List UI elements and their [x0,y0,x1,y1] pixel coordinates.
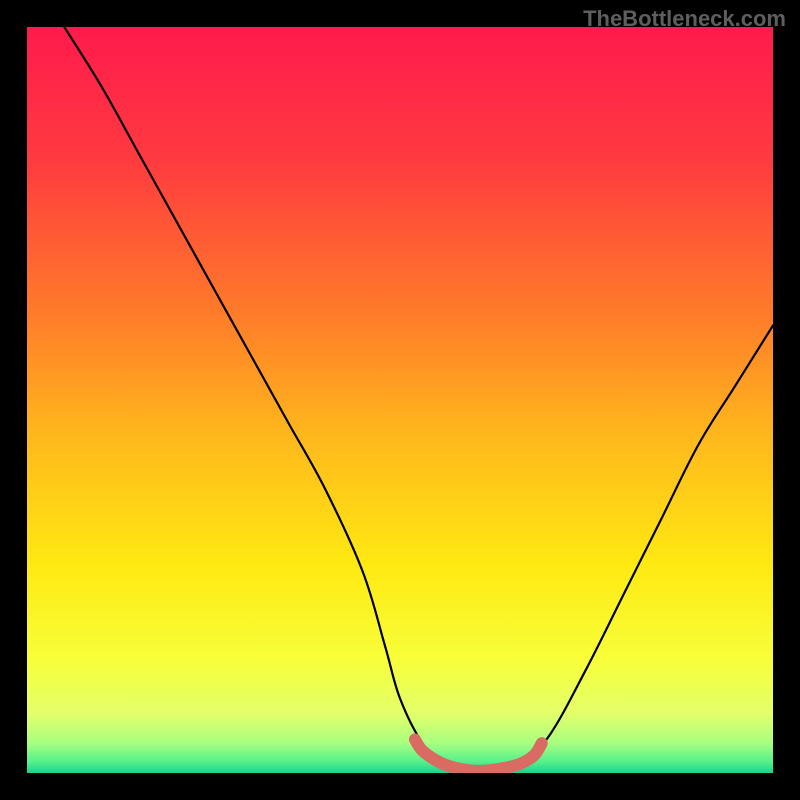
bottleneck-curve [64,27,773,773]
curve-layer [27,27,773,773]
plot-area [27,27,773,773]
optimal-zone-highlight [415,739,542,770]
watermark-text: TheBottleneck.com [583,6,786,32]
chart-frame: TheBottleneck.com [0,0,800,800]
